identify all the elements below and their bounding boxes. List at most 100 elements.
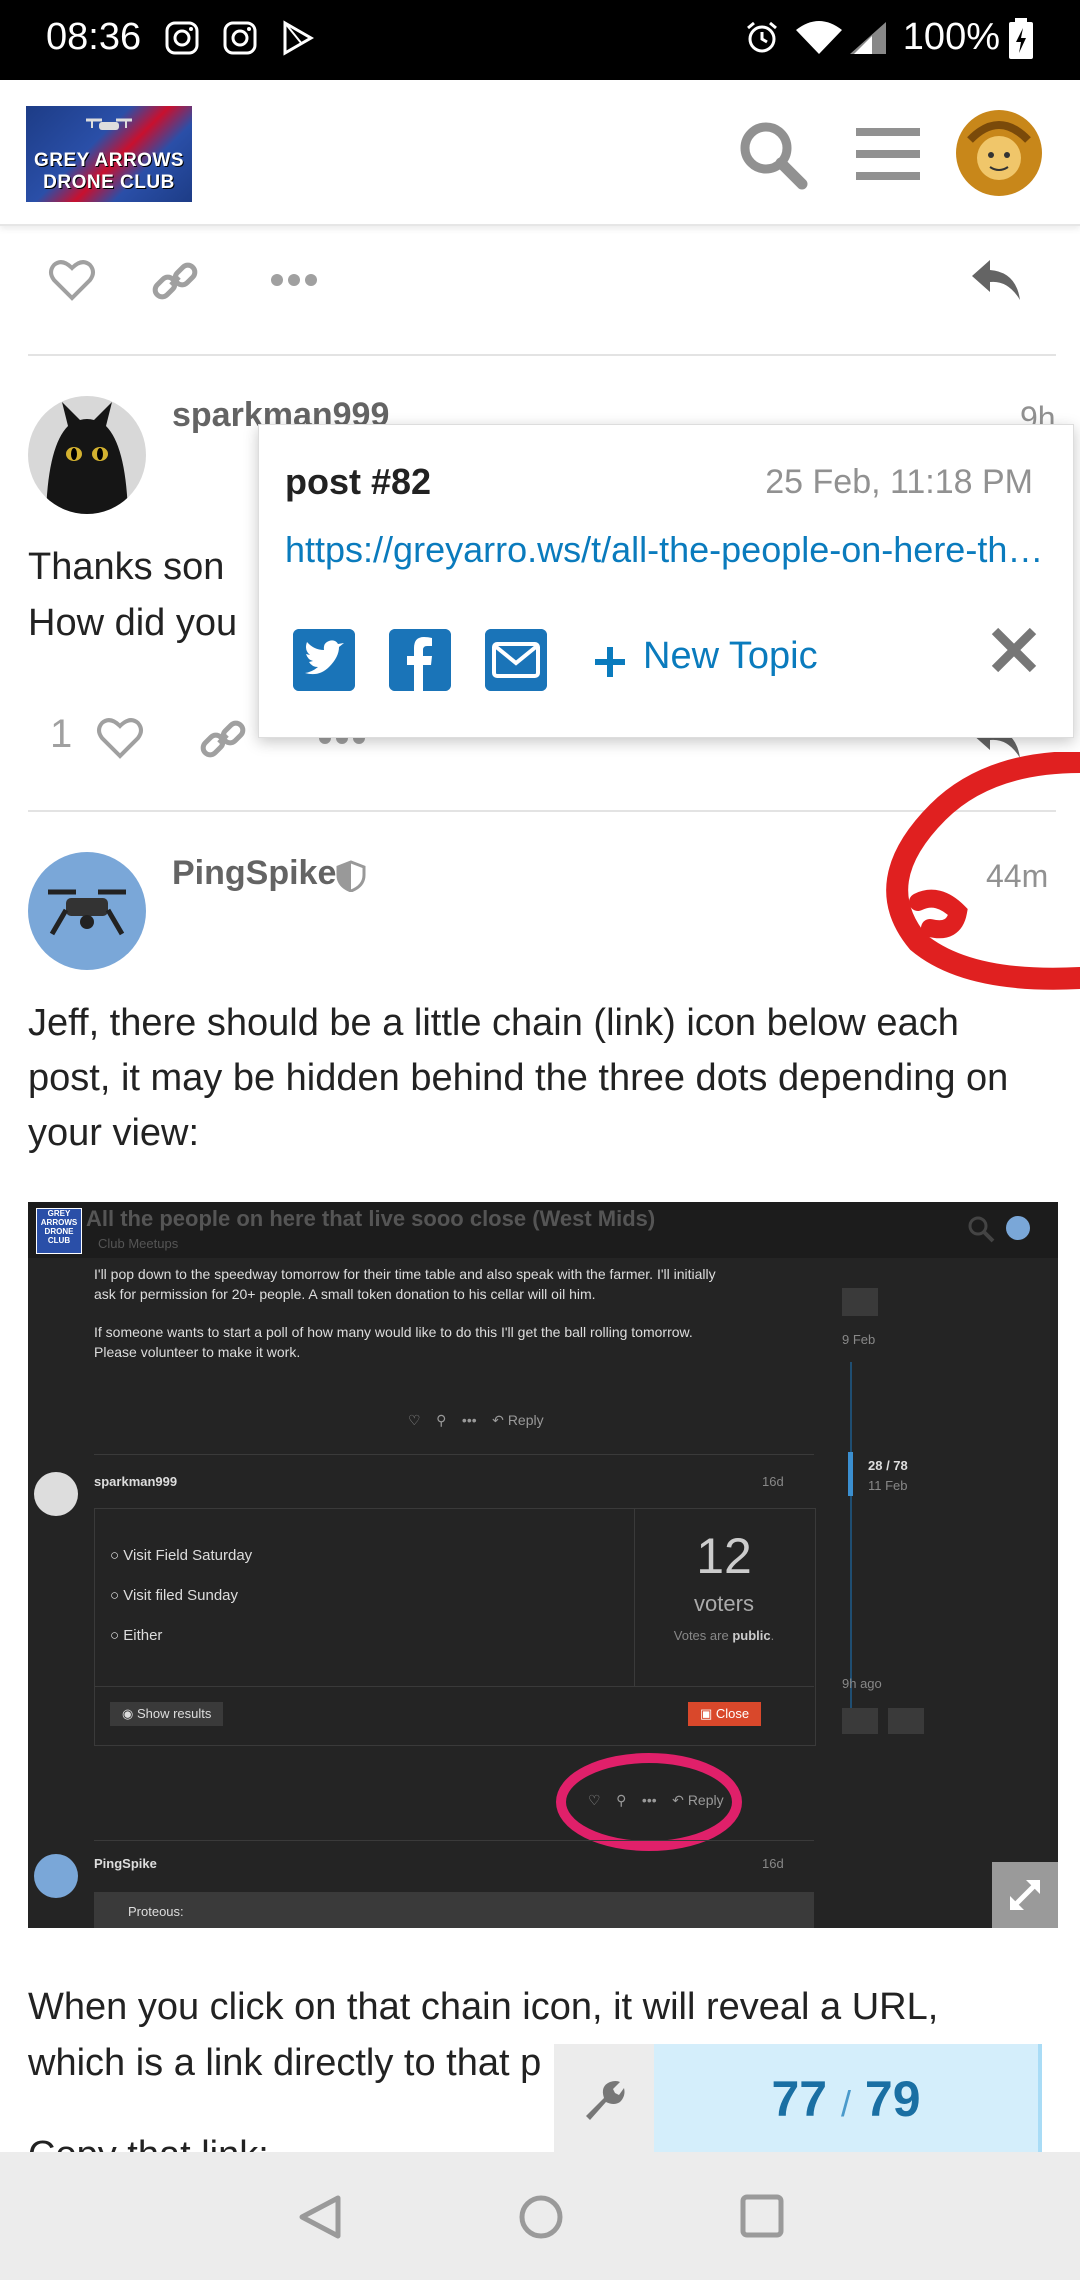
post-username[interactable]: PingSpike	[172, 854, 336, 893]
progress-total: 79	[864, 2071, 921, 2127]
share-post-number: post #82	[285, 461, 432, 502]
plus-icon[interactable]	[593, 645, 627, 679]
embedded-search-icon	[968, 1216, 995, 1243]
user-avatar-sparkman999[interactable]	[28, 396, 146, 514]
alarm-icon	[747, 21, 777, 53]
topic-progress[interactable]: 77 / 79	[554, 2044, 1042, 2154]
like-count[interactable]: 1	[50, 712, 72, 757]
poll-visibility-text: Votes are	[673, 1628, 733, 1643]
admin-wrench-button[interactable]	[554, 2044, 654, 2154]
timeline-position: 28 / 78	[868, 1458, 908, 1473]
signal-icon	[850, 22, 886, 54]
embedded-text: ask for permission for 20+ people. A sma…	[94, 1286, 596, 1302]
embedded-poll-divider	[94, 1686, 814, 1687]
embedded-category: Club Meetups	[98, 1236, 179, 1251]
post-actions-top	[0, 232, 1080, 332]
facebook-icon[interactable]	[389, 629, 451, 691]
poll-visibility: Votes are public.	[634, 1626, 814, 1646]
embedded-text: Please volunteer to make it work.	[94, 1344, 301, 1360]
show-results-button: ◉ Show results	[110, 1702, 224, 1726]
drone-icon	[86, 118, 132, 130]
twitter-icon[interactable]	[293, 629, 355, 691]
poll-visibility-strong: public	[732, 1628, 771, 1643]
poll-visibility-text: .	[770, 1628, 775, 1643]
timeline-end: 9h ago	[842, 1676, 882, 1691]
embedded-avatar	[34, 1472, 78, 1516]
back-nav-icon[interactable]	[298, 2194, 342, 2240]
post-body-line: Copy that link:	[28, 2128, 269, 2152]
embedded-time: 16d	[762, 1856, 784, 1871]
reply-icon[interactable]	[970, 258, 1022, 302]
embedded-topic-title: All the people on here that live sooo cl…	[86, 1206, 656, 1231]
moderator-shield-icon	[336, 860, 366, 892]
play-store-icon	[283, 20, 315, 56]
search-icon[interactable]	[736, 118, 808, 190]
heart-icon[interactable]	[48, 258, 96, 302]
close-poll-label: Close	[715, 1706, 750, 1721]
embedded-divider	[94, 1454, 814, 1455]
wifi-icon	[796, 21, 842, 54]
battery-percent: 100%	[902, 16, 1000, 58]
link-icon[interactable]	[150, 256, 200, 306]
embedded-logo-text: DRONE	[44, 1227, 74, 1236]
instagram-icon	[165, 21, 199, 55]
red-circle-annotation	[886, 752, 1080, 990]
post-progress-count[interactable]: 77 / 79	[654, 2044, 1042, 2154]
user-avatar-pingspike[interactable]	[28, 852, 146, 970]
email-icon[interactable]	[485, 629, 547, 691]
home-nav-icon[interactable]	[518, 2194, 564, 2240]
battery-icon	[1009, 18, 1033, 59]
poll-option-label: Visit filed Sunday	[123, 1587, 239, 1604]
poll-voter-label: voters	[694, 1591, 754, 1616]
poll-option-label: Either	[123, 1627, 163, 1644]
embedded-username: sparkman999	[94, 1474, 178, 1489]
embedded-divider	[94, 1840, 814, 1841]
user-avatar[interactable]	[956, 110, 1042, 196]
more-options-icon[interactable]	[270, 272, 318, 288]
embedded-avatar	[1006, 1216, 1030, 1240]
embedded-logo-text: GREY	[47, 1209, 71, 1218]
post-body-line: When you click on that chain icon, it wi…	[28, 1986, 939, 2028]
wrench-icon	[586, 2081, 625, 2120]
expand-icon[interactable]	[1004, 1874, 1046, 1916]
post-body-line: which is a link directly to that p	[28, 2042, 542, 2084]
close-poll-button: ▣ Close	[688, 1702, 762, 1726]
post-body: Jeff, there should be a little chain (li…	[28, 1002, 1009, 1154]
embedded-logo: GREY ARROWS DRONE CLUB	[36, 1208, 82, 1254]
logo-text-line2: DRONE CLUB	[43, 172, 175, 193]
instagram-icon	[223, 21, 257, 55]
post-body-line: Thanks son	[28, 546, 225, 588]
embedded-wrench	[842, 1288, 878, 1316]
embedded-avatar	[34, 1854, 78, 1898]
recents-nav-icon[interactable]	[740, 2194, 784, 2238]
poll-option: ○ Visit Field Saturday	[110, 1547, 253, 1564]
embedded-time: 16d	[762, 1474, 784, 1489]
embedded-username: PingSpike	[94, 1856, 157, 1871]
embedded-bookmark-button	[888, 1708, 924, 1734]
site-logo[interactable]: GREY ARROWS DRONE CLUB	[24, 104, 194, 204]
heart-icon[interactable]	[96, 716, 144, 760]
embedded-reply: Reply	[507, 1412, 544, 1428]
pink-circle-annotation	[556, 1753, 742, 1851]
embedded-post-actions: ♡ ⚲ ••• ↶ Reply	[408, 1412, 544, 1428]
new-topic-button[interactable]: New Topic	[643, 635, 818, 678]
close-icon[interactable]	[989, 625, 1039, 675]
timeline-handle	[848, 1452, 853, 1496]
show-results-label: Show results	[136, 1706, 212, 1721]
link-icon[interactable]	[198, 714, 248, 764]
embedded-logo-text: ARROWS	[40, 1218, 78, 1227]
post-divider	[28, 354, 1056, 356]
hamburger-menu-icon[interactable]	[856, 124, 920, 184]
embedded-text: If someone wants to start a poll of how …	[94, 1324, 693, 1340]
post-body-line: How did you	[28, 602, 238, 644]
share-url[interactable]: https://greyarro.ws/t/all-the-people-on-…	[285, 529, 1045, 571]
status-time: 08:36	[46, 16, 142, 58]
embedded-text: I'll pop down to the speedway tomorrow f…	[94, 1266, 716, 1282]
embedded-screenshot[interactable]: GREY ARROWS DRONE CLUB All the people on…	[28, 1202, 1058, 1928]
embedded-reply-button	[842, 1708, 878, 1734]
share-post-date: 25 Feb, 11:18 PM	[765, 463, 1033, 501]
share-popup: post #82 25 Feb, 11:18 PM https://greyar…	[258, 424, 1074, 738]
progress-separator: /	[840, 2083, 851, 2124]
poll-voter-count: 12	[696, 1528, 752, 1584]
android-nav-bar	[0, 2152, 1080, 2280]
